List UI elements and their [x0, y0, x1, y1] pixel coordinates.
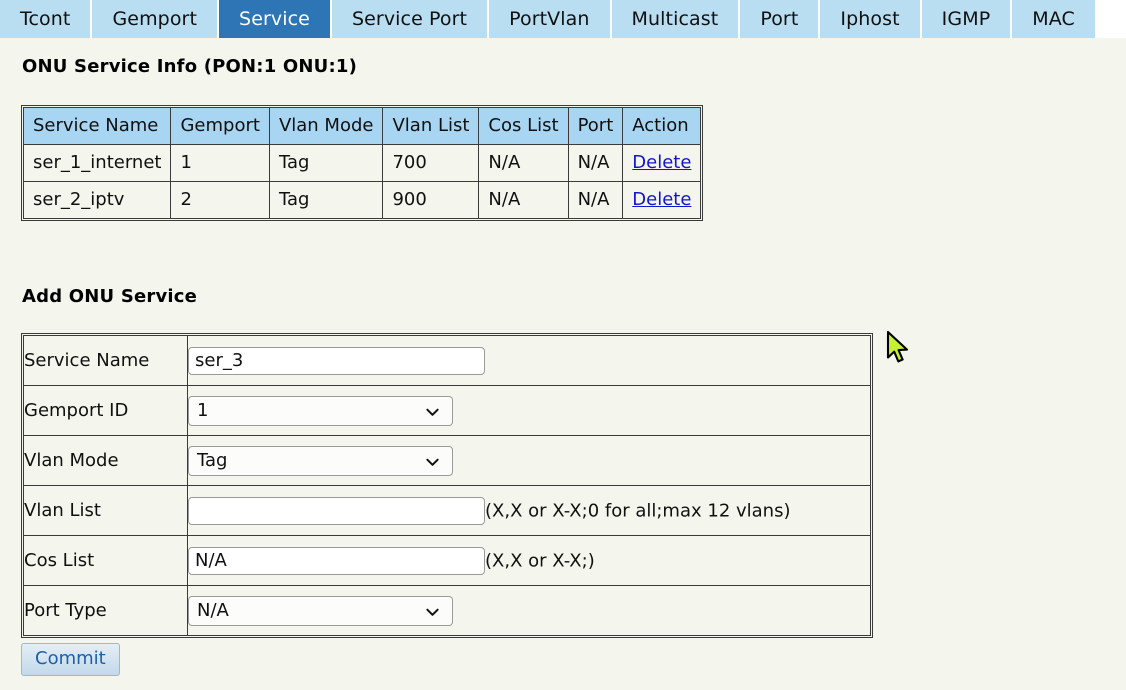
tab-service-port[interactable]: Service Port [332, 0, 487, 38]
cell-vlan-list: 900 [383, 182, 479, 219]
cell-port: N/A [568, 145, 623, 182]
cell-vlan-mode: Tag [269, 145, 383, 182]
tab-tcont[interactable]: Tcont [0, 0, 90, 38]
tab-service[interactable]: Service [219, 0, 330, 38]
cell-vlan-mode: Tag [188, 436, 871, 486]
column-header-action: Action [623, 108, 701, 145]
gemport-id-select-value: 1 [197, 402, 208, 420]
vlan-list-input[interactable] [188, 497, 485, 525]
label-port-type: Port Type [24, 586, 188, 636]
tab-igmp[interactable]: IGMP [922, 0, 1011, 38]
form-row-gemport-id: Gemport ID 1 [24, 386, 871, 436]
form-row-port-type: Port Type N/A [24, 586, 871, 636]
cell-cos-list: N/A [479, 145, 568, 182]
delete-link[interactable]: Delete [632, 189, 691, 210]
port-type-select-value: N/A [197, 602, 229, 620]
cell-gemport: 1 [171, 145, 269, 182]
label-vlan-list: Vlan List [24, 486, 188, 536]
column-header-cos-list: Cos List [479, 108, 568, 145]
cell-port-type: N/A [188, 586, 871, 636]
tab-gemport[interactable]: Gemport [92, 0, 217, 38]
cos-list-hint: (X,X or X-X;) [485, 550, 595, 571]
port-type-select[interactable]: N/A [188, 596, 453, 626]
tab-multicast[interactable]: Multicast [612, 0, 739, 38]
cell-service-name [188, 336, 871, 386]
cell-vlan-list: (X,X or X-X;0 for all;max 12 vlans) [188, 486, 871, 536]
label-vlan-mode: Vlan Mode [24, 436, 188, 486]
cell-vlan-list: 700 [383, 145, 479, 182]
form-row-service-name: Service Name [24, 336, 871, 386]
table-row: ser_2_iptv2Tag900N/AN/ADelete [24, 182, 701, 219]
main-tab-bar: TcontGemportServiceService PortPortVlanM… [0, 0, 1126, 38]
cos-list-input[interactable] [188, 547, 485, 575]
cell-cos-list: N/A [479, 182, 568, 219]
cell-gemport: 2 [171, 182, 269, 219]
column-header-vlan-list: Vlan List [383, 108, 479, 145]
tab-port[interactable]: Port [740, 0, 818, 38]
tab-iphost[interactable]: Iphost [820, 0, 919, 38]
form-row-vlan-list: Vlan List (X,X or X-X;0 for all;max 12 v… [24, 486, 871, 536]
vlan-mode-select-value: Tag [197, 452, 227, 470]
vlan-mode-select[interactable]: Tag [188, 446, 453, 476]
column-header-service-name: Service Name [24, 108, 171, 145]
table-row: ser_1_internet1Tag700N/AN/ADelete [24, 145, 701, 182]
column-header-vlan-mode: Vlan Mode [269, 108, 383, 145]
tab-mac[interactable]: MAC [1012, 0, 1095, 38]
chevron-down-icon [425, 453, 440, 468]
label-service-name: Service Name [24, 336, 188, 386]
add-onu-service-title: Add ONU Service [22, 286, 197, 307]
cell-service-name: ser_1_internet [24, 145, 171, 182]
cell-port: N/A [568, 182, 623, 219]
form-row-cos-list: Cos List (X,X or X-X;) [24, 536, 871, 586]
cell-action: Delete [623, 145, 701, 182]
cell-action: Delete [623, 182, 701, 219]
vlan-list-hint: (X,X or X-X;0 for all;max 12 vlans) [485, 500, 791, 521]
chevron-down-icon [425, 403, 440, 418]
label-gemport-id: Gemport ID [24, 386, 188, 436]
cell-cos-list: (X,X or X-X;) [188, 536, 871, 586]
add-onu-service-form-wrapper: Service Name Gemport ID 1 [21, 333, 873, 638]
delete-link[interactable]: Delete [632, 152, 691, 173]
form-row-vlan-mode: Vlan Mode Tag [24, 436, 871, 486]
table-body: ser_1_internet1Tag700N/AN/ADeleteser_2_i… [24, 145, 701, 219]
table-header-row: Service NameGemportVlan ModeVlan ListCos… [24, 108, 701, 145]
cell-vlan-mode: Tag [269, 182, 383, 219]
gemport-id-select[interactable]: 1 [188, 396, 453, 426]
chevron-down-icon [425, 603, 440, 618]
label-cos-list: Cos List [24, 536, 188, 586]
tab-portvlan[interactable]: PortVlan [489, 0, 609, 38]
column-header-port: Port [568, 108, 623, 145]
onu-service-info-title: ONU Service Info (PON:1 ONU:1) [22, 56, 357, 77]
onu-service-info-table: Service NameGemportVlan ModeVlan ListCos… [23, 107, 701, 219]
cell-service-name: ser_2_iptv [24, 182, 171, 219]
cell-gemport-id: 1 [188, 386, 871, 436]
onu-service-info-table-wrapper: Service NameGemportVlan ModeVlan ListCos… [21, 105, 703, 221]
commit-button[interactable]: Commit [21, 643, 120, 676]
service-name-input[interactable] [188, 347, 485, 375]
column-header-gemport: Gemport [171, 108, 269, 145]
add-onu-service-form-table: Service Name Gemport ID 1 [23, 335, 871, 636]
mouse-cursor [886, 330, 912, 368]
